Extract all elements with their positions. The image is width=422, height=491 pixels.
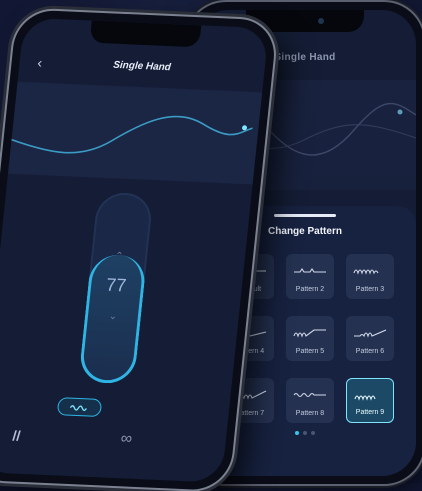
pattern-tile-3[interactable]: Pattern 3 [346,254,394,299]
pattern-tile-2[interactable]: Pattern 2 [286,254,334,299]
notch [89,20,202,48]
waveform-icon [354,329,387,338]
pattern-tile-5[interactable]: Pattern 5 [286,316,334,361]
waveform-preview [7,81,263,185]
current-pattern-button[interactable] [56,397,103,418]
pause-icon[interactable]: // [12,427,21,443]
sheet-drag-handle[interactable] [274,214,336,217]
waveform-icon [293,329,326,338]
single-hand-screen: ‹ Single Hand ⌃ 77 ⌄ // ∞ [0,17,269,483]
camera [318,18,324,24]
waveform-icon [293,392,326,398]
waveform-graph [11,115,253,154]
chevron-up-icon[interactable]: ⌃ [91,250,148,263]
pattern-label: Pattern 8 [295,410,325,417]
pattern-label: Pattern 2 [295,286,325,293]
pattern-tile-8[interactable]: Pattern 8 [286,378,334,423]
page-dot[interactable] [303,431,307,435]
intensity-value: 77 [105,274,128,296]
pattern-tile-6[interactable]: Pattern 6 [346,316,394,361]
waveform-icon [294,268,326,273]
pattern-label: Pattern 3 [355,286,385,293]
intensity-slider[interactable]: ⌃ 77 ⌄ [78,191,154,385]
pattern-tile-9[interactable]: Pattern 9 [346,378,394,423]
waveform-icon [353,269,379,275]
page-dot[interactable] [295,431,299,435]
page-dot[interactable] [311,431,315,435]
header: ‹ Single Hand [18,52,265,87]
phone-front: ‹ Single Hand ⌃ 77 ⌄ // ∞ [0,9,278,491]
pattern-label: Pattern 9 [355,409,385,416]
pattern-label: Pattern 5 [295,348,325,355]
wave-pattern-icon [69,405,87,411]
screen-title: Single Hand [112,59,172,74]
pattern-label: Pattern 6 [355,348,385,355]
infinity-icon[interactable]: ∞ [120,430,133,449]
waveform-icon [354,395,376,401]
